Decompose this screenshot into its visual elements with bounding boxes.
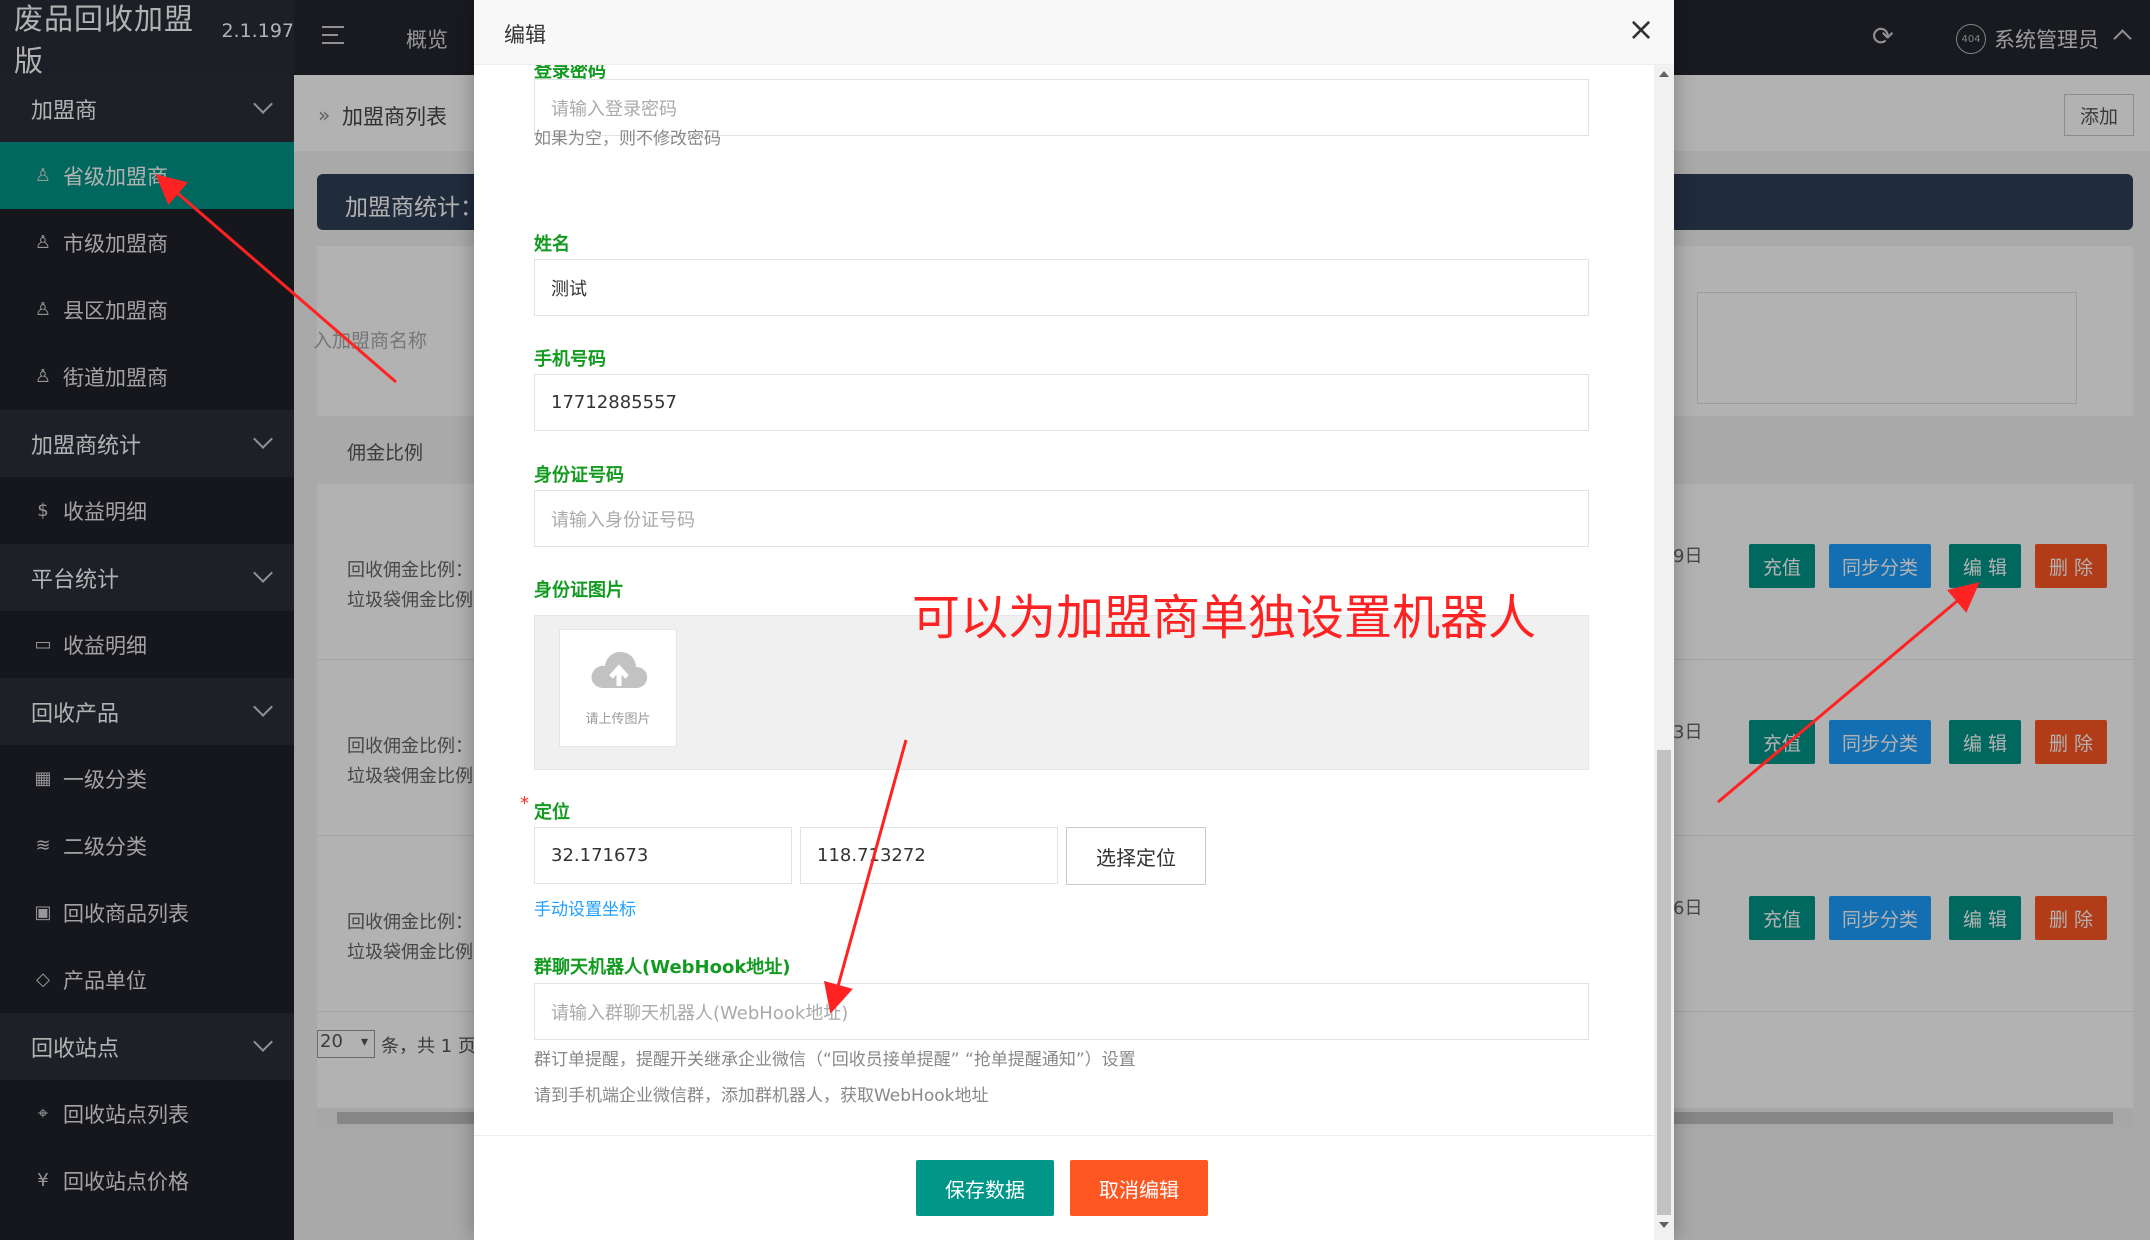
close-icon[interactable]: × — [1624, 12, 1658, 46]
annotation-text: 可以为加盟商单独设置机器人 — [912, 590, 1537, 646]
location-label: 定位 — [534, 802, 570, 823]
webhook-help-1: 群订单提醒，提醒开关继承企业微信（“回收员接单提醒” “抢单提醒通知”）设置 — [534, 1050, 1136, 1070]
select-location-button[interactable]: 选择定位 — [1066, 827, 1206, 885]
manual-coords-link[interactable]: 手动设置坐标 — [534, 895, 636, 920]
modal-title: 编辑 — [504, 23, 546, 47]
idcard-label: 身份证号码 — [534, 465, 624, 486]
password-help: 如果为空，则不修改密码 — [534, 129, 721, 149]
idcard-field[interactable]: 请输入身份证号码 — [534, 490, 1589, 547]
name-label: 姓名 — [534, 234, 570, 255]
latitude-field[interactable]: 32.171673 — [534, 827, 792, 884]
name-field[interactable]: 测试 — [534, 259, 1589, 316]
cancel-button[interactable]: 取消编辑 — [1070, 1160, 1208, 1216]
required-mark: * — [520, 793, 529, 814]
save-button[interactable]: 保存数据 — [916, 1160, 1054, 1216]
modal-footer: 保存数据 取消编辑 — [474, 1135, 1654, 1240]
webhook-label: 群聊天机器人(WebHook地址) — [534, 957, 791, 978]
upload-text: 请上传图片 — [585, 712, 651, 727]
modal-header: 编辑 × — [474, 0, 1674, 65]
cloud-upload-icon — [591, 651, 648, 688]
webhook-field[interactable]: 请输入群聊天机器人(WebHook地址) — [534, 983, 1589, 1040]
upload-button[interactable]: 请上传图片 — [559, 629, 677, 747]
scroll-up-icon[interactable] — [1659, 71, 1669, 77]
vertical-scrollbar[interactable] — [1654, 65, 1674, 1240]
webhook-help-2: 请到手机端企业微信群，添加群机器人，获取WebHook地址 — [534, 1086, 989, 1106]
longitude-field[interactable]: 118.713272 — [800, 827, 1058, 884]
scroll-down-icon[interactable] — [1659, 1222, 1669, 1228]
scrollbar-thumb[interactable] — [1657, 750, 1671, 1215]
phone-field[interactable]: 17712885557 — [534, 374, 1589, 431]
phone-label: 手机号码 — [534, 349, 606, 370]
idimage-label: 身份证图片 — [534, 580, 624, 601]
